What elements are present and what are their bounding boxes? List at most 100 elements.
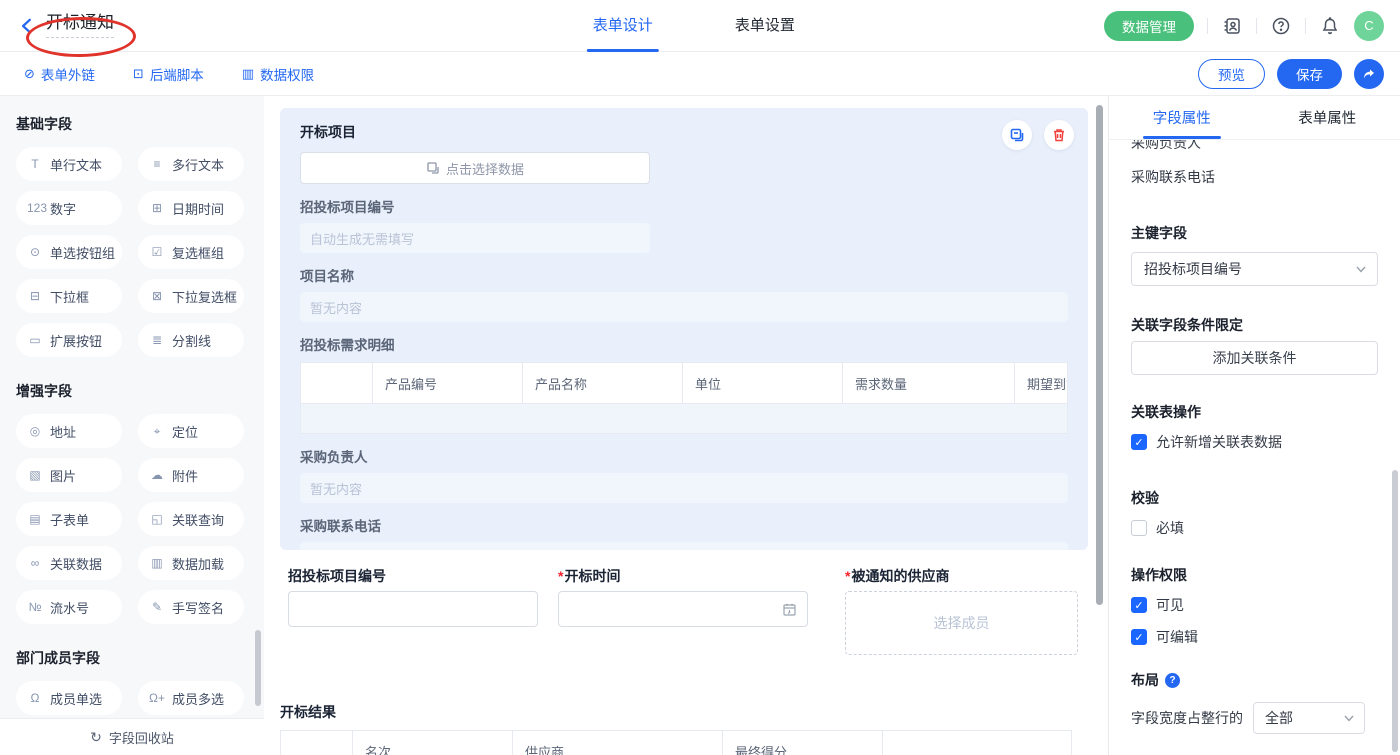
sidebar-item-member-multi[interactable]: Ω+成员多选 bbox=[138, 681, 244, 715]
back-button[interactable] bbox=[18, 17, 36, 35]
checkbox-row-可见[interactable]: ✓可见 bbox=[1131, 595, 1378, 615]
sidebar-item-label: 数字 bbox=[50, 199, 76, 218]
canvas-field-3[interactable]: *被通知的供应商选择成员 bbox=[845, 566, 1078, 655]
sidebar-item-member-single[interactable]: Ω成员单选 bbox=[16, 681, 122, 715]
member-single-icon: Ω bbox=[27, 691, 43, 705]
field-width-select[interactable]: 全部 bbox=[1253, 702, 1365, 734]
sidebar-item-data-load[interactable]: ▥数据加载 bbox=[138, 546, 244, 580]
toolbar-link-data-permission[interactable]: ▥ 数据权限 bbox=[242, 64, 314, 84]
delete-field-button[interactable] bbox=[1044, 120, 1074, 150]
share-arrow-icon bbox=[1361, 66, 1377, 82]
sidebar-item-image[interactable]: ▧图片 bbox=[16, 458, 122, 492]
layout-help-icon[interactable]: ? bbox=[1165, 673, 1180, 688]
toolbar-link-form-external-link[interactable]: ⊘表单外链 bbox=[24, 64, 95, 84]
sidebar-item-serial-number[interactable]: №流水号 bbox=[16, 590, 122, 624]
text-input[interactable] bbox=[288, 591, 538, 627]
panel-field-item[interactable]: 采购联系电话 bbox=[1131, 169, 1378, 185]
sidebar-item-checkbox-group[interactable]: ☑复选框组 bbox=[138, 235, 244, 269]
sidebar-item-label: 多行文本 bbox=[172, 155, 224, 174]
form-canvas[interactable]: 开标项目 点击选择数据 招投标项目编号 自动生成无需填写 项目名称 暂无内容 招… bbox=[264, 96, 1108, 755]
panel-tab-字段属性[interactable]: 字段属性 bbox=[1109, 96, 1255, 139]
toolbar-actions: 预览 保存 bbox=[1198, 59, 1400, 89]
table-header-cell: 名次 bbox=[353, 731, 513, 755]
page-title: 开标通知 bbox=[46, 13, 114, 38]
data-permission-icon: ▥ bbox=[242, 66, 254, 82]
checkbox-row-必填[interactable]: 必填 bbox=[1131, 518, 1378, 538]
contact-book-icon[interactable] bbox=[1221, 15, 1243, 37]
share-button[interactable] bbox=[1354, 59, 1384, 89]
sidebar-item-label: 单选按钮组 bbox=[50, 243, 115, 262]
checkbox-checked[interactable]: ✓ bbox=[1131, 597, 1147, 613]
sidebar-item-subform[interactable]: ▤子表单 bbox=[16, 502, 122, 536]
toolbar-link-backend-script[interactable]: ⊡后端脚本 bbox=[133, 64, 204, 84]
sidebar-item-relation-query[interactable]: ◱关联查询 bbox=[138, 502, 244, 536]
sidebar-item-extend-button[interactable]: ▭扩展按钮 bbox=[16, 323, 122, 357]
sidebar-item-label: 扩展按钮 bbox=[50, 331, 102, 350]
geolocation-icon: ⌖ bbox=[149, 424, 165, 439]
divider bbox=[1305, 18, 1306, 34]
canvas-scrollbar[interactable] bbox=[1096, 105, 1103, 605]
sidebar-item-single-line-text[interactable]: T单行文本 bbox=[16, 147, 122, 181]
checkbox-unchecked[interactable] bbox=[1131, 520, 1147, 536]
member-select-box[interactable]: 选择成员 bbox=[845, 591, 1078, 655]
sidebar-scrollbar[interactable] bbox=[255, 630, 261, 706]
checkbox-checked[interactable]: ✓ bbox=[1131, 629, 1147, 645]
sidebar-item-attachment[interactable]: ☁附件 bbox=[138, 458, 244, 492]
sidebar-section-title: 基础字段 bbox=[16, 114, 250, 134]
duplicate-field-button[interactable] bbox=[1002, 120, 1032, 150]
sidebar-item-label: 图片 bbox=[50, 466, 76, 485]
required-asterisk: * bbox=[558, 568, 563, 584]
field-width-row: 字段宽度占整行的 全部 bbox=[1131, 702, 1378, 734]
primary-key-select[interactable]: 招投标项目编号 bbox=[1131, 252, 1378, 286]
sidebar-item-signature[interactable]: ✎手写签名 bbox=[138, 590, 244, 624]
panel-tab-表单属性[interactable]: 表单属性 bbox=[1255, 96, 1400, 139]
sidebar-item-number[interactable]: 123 数字 bbox=[16, 191, 122, 225]
sidebar-item-address[interactable]: ◎ 地址 bbox=[16, 414, 122, 448]
number-icon: 123 bbox=[27, 201, 43, 215]
form-toolbar: ⊘表单外链 ⊡后端脚本 ▥ 数据权限 预览 保存 bbox=[0, 52, 1400, 96]
selected-field-block[interactable]: 开标项目 点击选择数据 招投标项目编号 自动生成无需填写 项目名称 暂无内容 招… bbox=[280, 108, 1088, 550]
date-input[interactable] bbox=[558, 591, 808, 627]
address-icon: ◎ bbox=[27, 424, 43, 438]
result-table-section[interactable]: 开标结果 名次供应商最终得分 bbox=[280, 702, 1072, 755]
sidebar-item-label: 数据加载 bbox=[172, 554, 224, 573]
header-tab-表单设计[interactable]: 表单设计 bbox=[591, 0, 655, 52]
canvas-field-2[interactable]: *开标时间 bbox=[558, 566, 808, 627]
add-condition-button[interactable]: 添加关联条件 bbox=[1131, 341, 1378, 375]
preview-button[interactable]: 预览 bbox=[1198, 59, 1265, 89]
serial-number-icon: № bbox=[27, 600, 43, 614]
sidebar-item-relation-data[interactable]: ∞关联数据 bbox=[16, 546, 122, 580]
field-width-label: 字段宽度占整行的 bbox=[1131, 708, 1243, 728]
select-data-button[interactable]: 点击选择数据 bbox=[300, 152, 650, 184]
data-manage-button[interactable]: 数据管理 bbox=[1104, 11, 1194, 41]
attachment-icon: ☁ bbox=[149, 468, 165, 482]
sidebar-item-multi-select[interactable]: ⊠下拉复选框 bbox=[138, 279, 244, 313]
sidebar-item-radio-group[interactable]: ⊙ 单选按钮组 bbox=[16, 235, 122, 269]
header-tab-表单设置[interactable]: 表单设置 bbox=[733, 0, 797, 52]
toolbar-link-label: 数据权限 bbox=[260, 64, 314, 84]
sidebar-item-multi-line-text[interactable]: ≡多行文本 bbox=[138, 147, 244, 181]
block-actions bbox=[1002, 120, 1074, 150]
header-right: 数据管理 bbox=[1104, 11, 1400, 41]
radio-group-icon: ⊙ bbox=[27, 245, 43, 259]
sidebar-item-label: 地址 bbox=[50, 422, 76, 441]
checkbox-row-可编辑[interactable]: ✓ 可编辑 bbox=[1131, 627, 1378, 647]
sidebar-section-grid: ◎ 地址 ⌖定位 ▧图片 ☁附件 ▤子表单 ◱关联查询 ∞关联数据 ▥数据加载 №流水号 ✎手写签名 bbox=[16, 414, 250, 624]
checkbox-row-允许新增关联表数据[interactable]: ✓允许新增关联表数据 bbox=[1131, 432, 1378, 452]
help-icon[interactable] bbox=[1270, 15, 1292, 37]
field-label: *被通知的供应商 bbox=[845, 566, 1078, 582]
sidebar-item-geolocation[interactable]: ⌖定位 bbox=[138, 414, 244, 448]
avatar[interactable]: C bbox=[1354, 11, 1384, 41]
canvas-field-1[interactable]: 招投标项目编号 bbox=[288, 566, 538, 627]
sidebar-item-datetime[interactable]: ⊞日期时间 bbox=[138, 191, 244, 225]
panel-field-item[interactable]: 采购负责人 bbox=[1131, 140, 1378, 151]
panel-scrollbar[interactable] bbox=[1392, 470, 1398, 752]
notification-bell-icon[interactable] bbox=[1319, 15, 1341, 37]
sidebar-item-divider[interactable]: ≣分割线 bbox=[138, 323, 244, 357]
field-block-title: 开标项目 bbox=[300, 122, 1068, 142]
checkbox-label: 可编辑 bbox=[1156, 627, 1198, 647]
save-button[interactable]: 保存 bbox=[1277, 59, 1342, 89]
sidebar-item-select[interactable]: ⊟下拉框 bbox=[16, 279, 122, 313]
checkbox-checked[interactable]: ✓ bbox=[1131, 434, 1147, 450]
field-recycle-bin[interactable]: ↻ 字段回收站 bbox=[0, 718, 264, 755]
